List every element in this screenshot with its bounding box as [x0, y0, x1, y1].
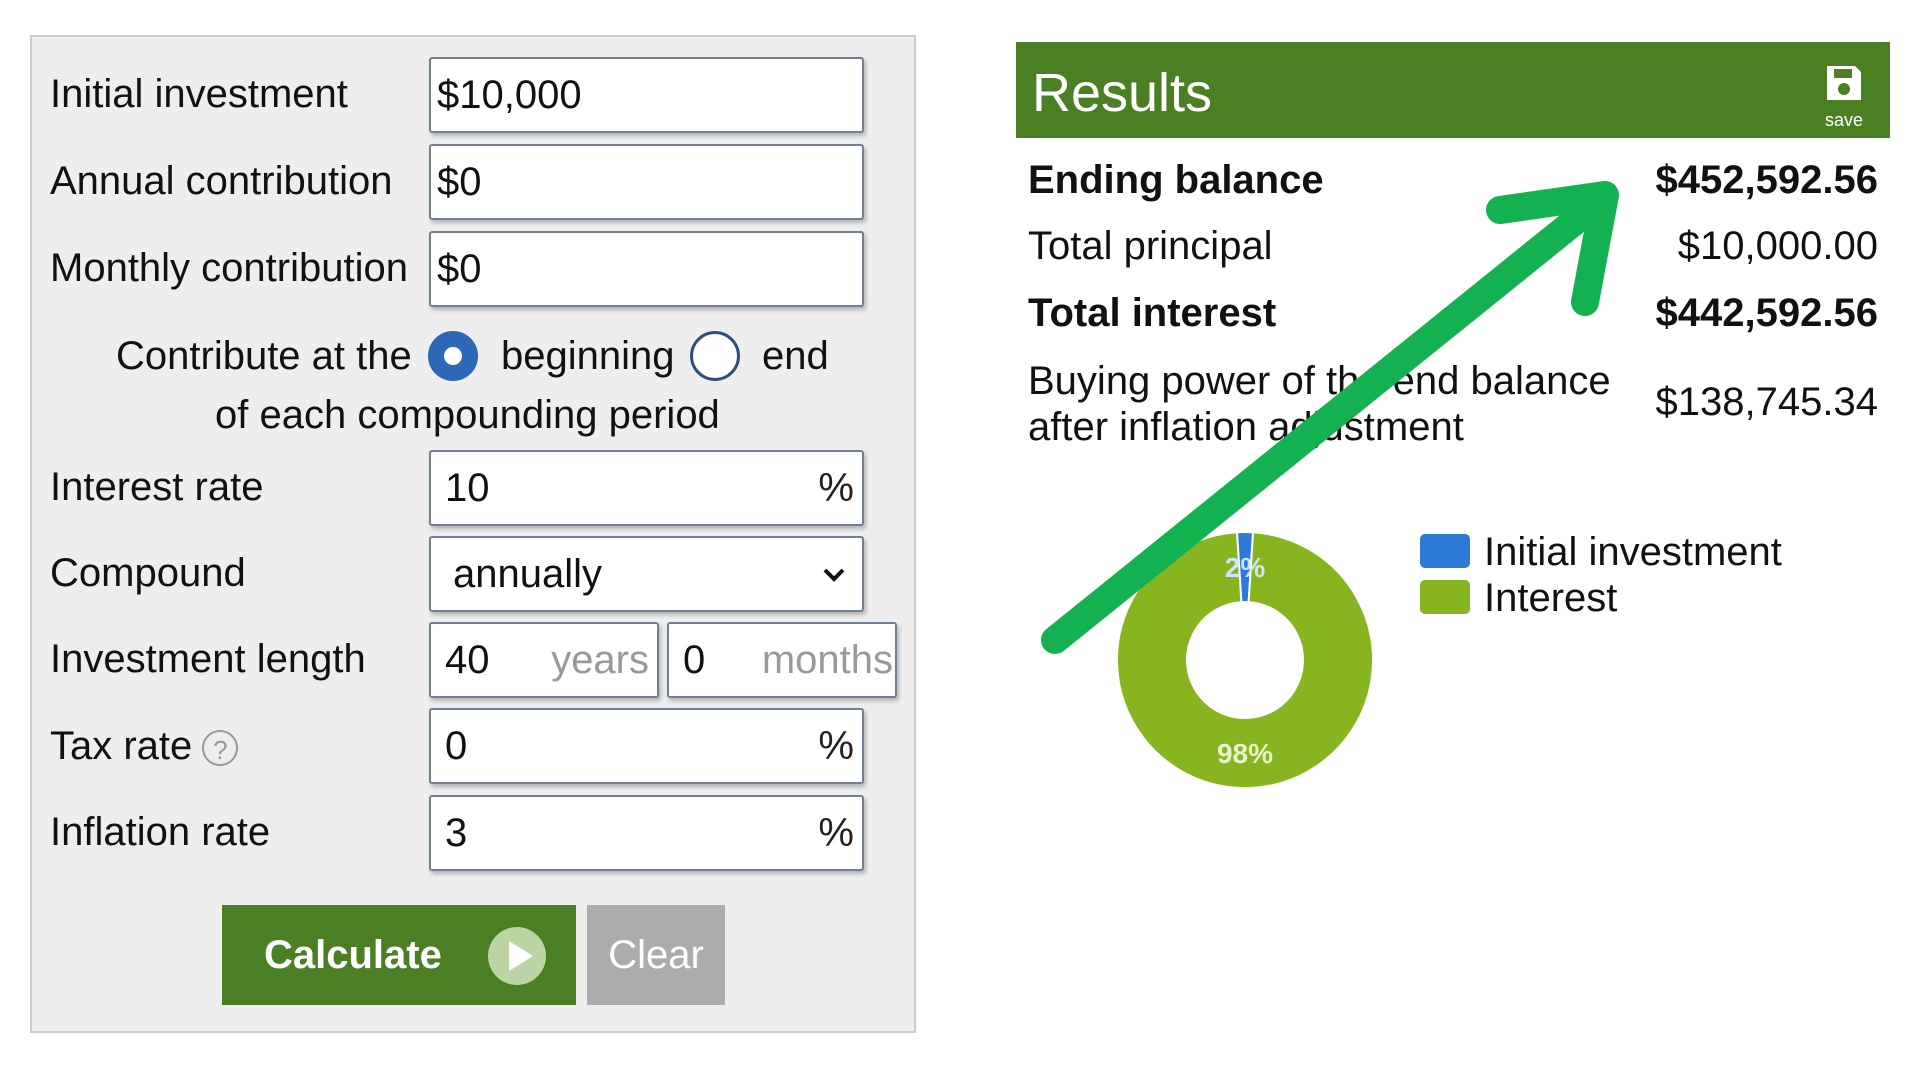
annual-contribution-field[interactable]: [429, 144, 864, 220]
tax-rate-row: Tax rate?: [50, 724, 239, 768]
compound-label: Compound: [50, 551, 246, 595]
inflation-rate-unit: %: [818, 810, 854, 855]
initial-investment-input[interactable]: [431, 72, 862, 118]
inflation-rate-label: Inflation rate: [50, 810, 271, 854]
save-label: save: [1824, 110, 1864, 130]
total-interest-row: Total interest $442,592.56: [1028, 291, 1878, 339]
balance-donut-chart: 2% 98%: [1116, 531, 1374, 789]
chevron-down-icon: [823, 568, 845, 582]
radio-end[interactable]: [690, 331, 740, 381]
investment-months-input[interactable]: [669, 637, 753, 683]
total-interest-label: Total interest: [1028, 291, 1277, 335]
initial-investment-label: Initial investment: [50, 72, 348, 116]
total-interest-value: $442,592.56: [1655, 291, 1878, 335]
investment-years-input[interactable]: [431, 637, 535, 683]
legend-label-interest: Interest: [1484, 576, 1618, 620]
buying-power-label: Buying power of the end balance after in…: [1028, 358, 1611, 450]
compound-select[interactable]: annually: [429, 536, 864, 612]
tax-rate-label: Tax rate: [50, 724, 193, 768]
total-principal-value: $10,000.00: [1677, 224, 1878, 268]
radio-end-label[interactable]: end: [762, 336, 829, 376]
compound-selected-value: annually: [453, 551, 603, 596]
legend-item-initial-investment: Initial investment: [1420, 530, 1782, 575]
ending-balance-label: Ending balance: [1028, 158, 1324, 202]
donut-label-interest: 98%: [1217, 738, 1273, 769]
buying-power-value: $138,745.34: [1655, 380, 1878, 424]
legend-swatch-initial-investment: [1420, 534, 1470, 569]
months-unit: months: [761, 637, 893, 682]
contribute-timing-prefix: Contribute at the: [116, 334, 412, 378]
buying-power-row: Buying power of the end balance after in…: [1028, 358, 1878, 450]
investment-length-label: Investment length: [50, 637, 366, 681]
interest-rate-field[interactable]: %: [429, 450, 864, 526]
results-header: Results save: [1016, 42, 1890, 138]
calculate-button-label: Calculate: [264, 932, 442, 977]
legend-item-interest: Interest: [1420, 576, 1617, 621]
save-button[interactable]: save: [1816, 62, 1872, 129]
radio-beginning[interactable]: [428, 331, 478, 381]
monthly-contribution-label: Monthly contribution: [50, 246, 408, 290]
tax-rate-input[interactable]: [431, 723, 862, 769]
interest-rate-unit: %: [818, 465, 854, 510]
buying-power-label-line1: Buying power of the end balance: [1028, 359, 1611, 403]
interest-rate-label: Interest rate: [50, 465, 264, 509]
monthly-contribution-input[interactable]: [431, 246, 862, 292]
total-principal-label: Total principal: [1028, 224, 1273, 268]
annual-contribution-label: Annual contribution: [50, 159, 393, 203]
help-icon[interactable]: ?: [202, 730, 239, 767]
inflation-rate-input[interactable]: [431, 810, 862, 856]
calculate-button[interactable]: Calculate: [222, 905, 576, 1005]
annual-contribution-input[interactable]: [431, 159, 862, 205]
legend-swatch-interest: [1420, 580, 1470, 615]
investment-months-field[interactable]: months: [667, 622, 897, 698]
tax-rate-unit: %: [818, 723, 854, 768]
save-icon: [1827, 66, 1861, 100]
tax-rate-field[interactable]: %: [429, 708, 864, 784]
radio-beginning-label[interactable]: beginning: [501, 336, 675, 376]
donut-label-initial-investment: 2%: [1225, 552, 1266, 583]
initial-investment-field[interactable]: [429, 57, 864, 133]
results-title: Results: [1032, 63, 1213, 123]
ending-balance-value: $452,592.56: [1655, 158, 1878, 202]
years-unit: years: [551, 637, 649, 682]
total-principal-row: Total principal $10,000.00: [1028, 224, 1878, 272]
ending-balance-row: Ending balance $452,592.56: [1028, 158, 1878, 206]
play-icon: [488, 927, 546, 985]
clear-button[interactable]: Clear: [587, 905, 725, 1005]
investment-years-field[interactable]: years: [429, 622, 659, 698]
inflation-rate-field[interactable]: %: [429, 795, 864, 871]
contribute-timing-suffix: of each compounding period: [215, 393, 720, 437]
legend-label-initial-investment: Initial investment: [1484, 530, 1782, 574]
buying-power-label-line2: after inflation adjustment: [1028, 405, 1464, 449]
interest-rate-input[interactable]: [431, 465, 862, 511]
monthly-contribution-field[interactable]: [429, 231, 864, 307]
